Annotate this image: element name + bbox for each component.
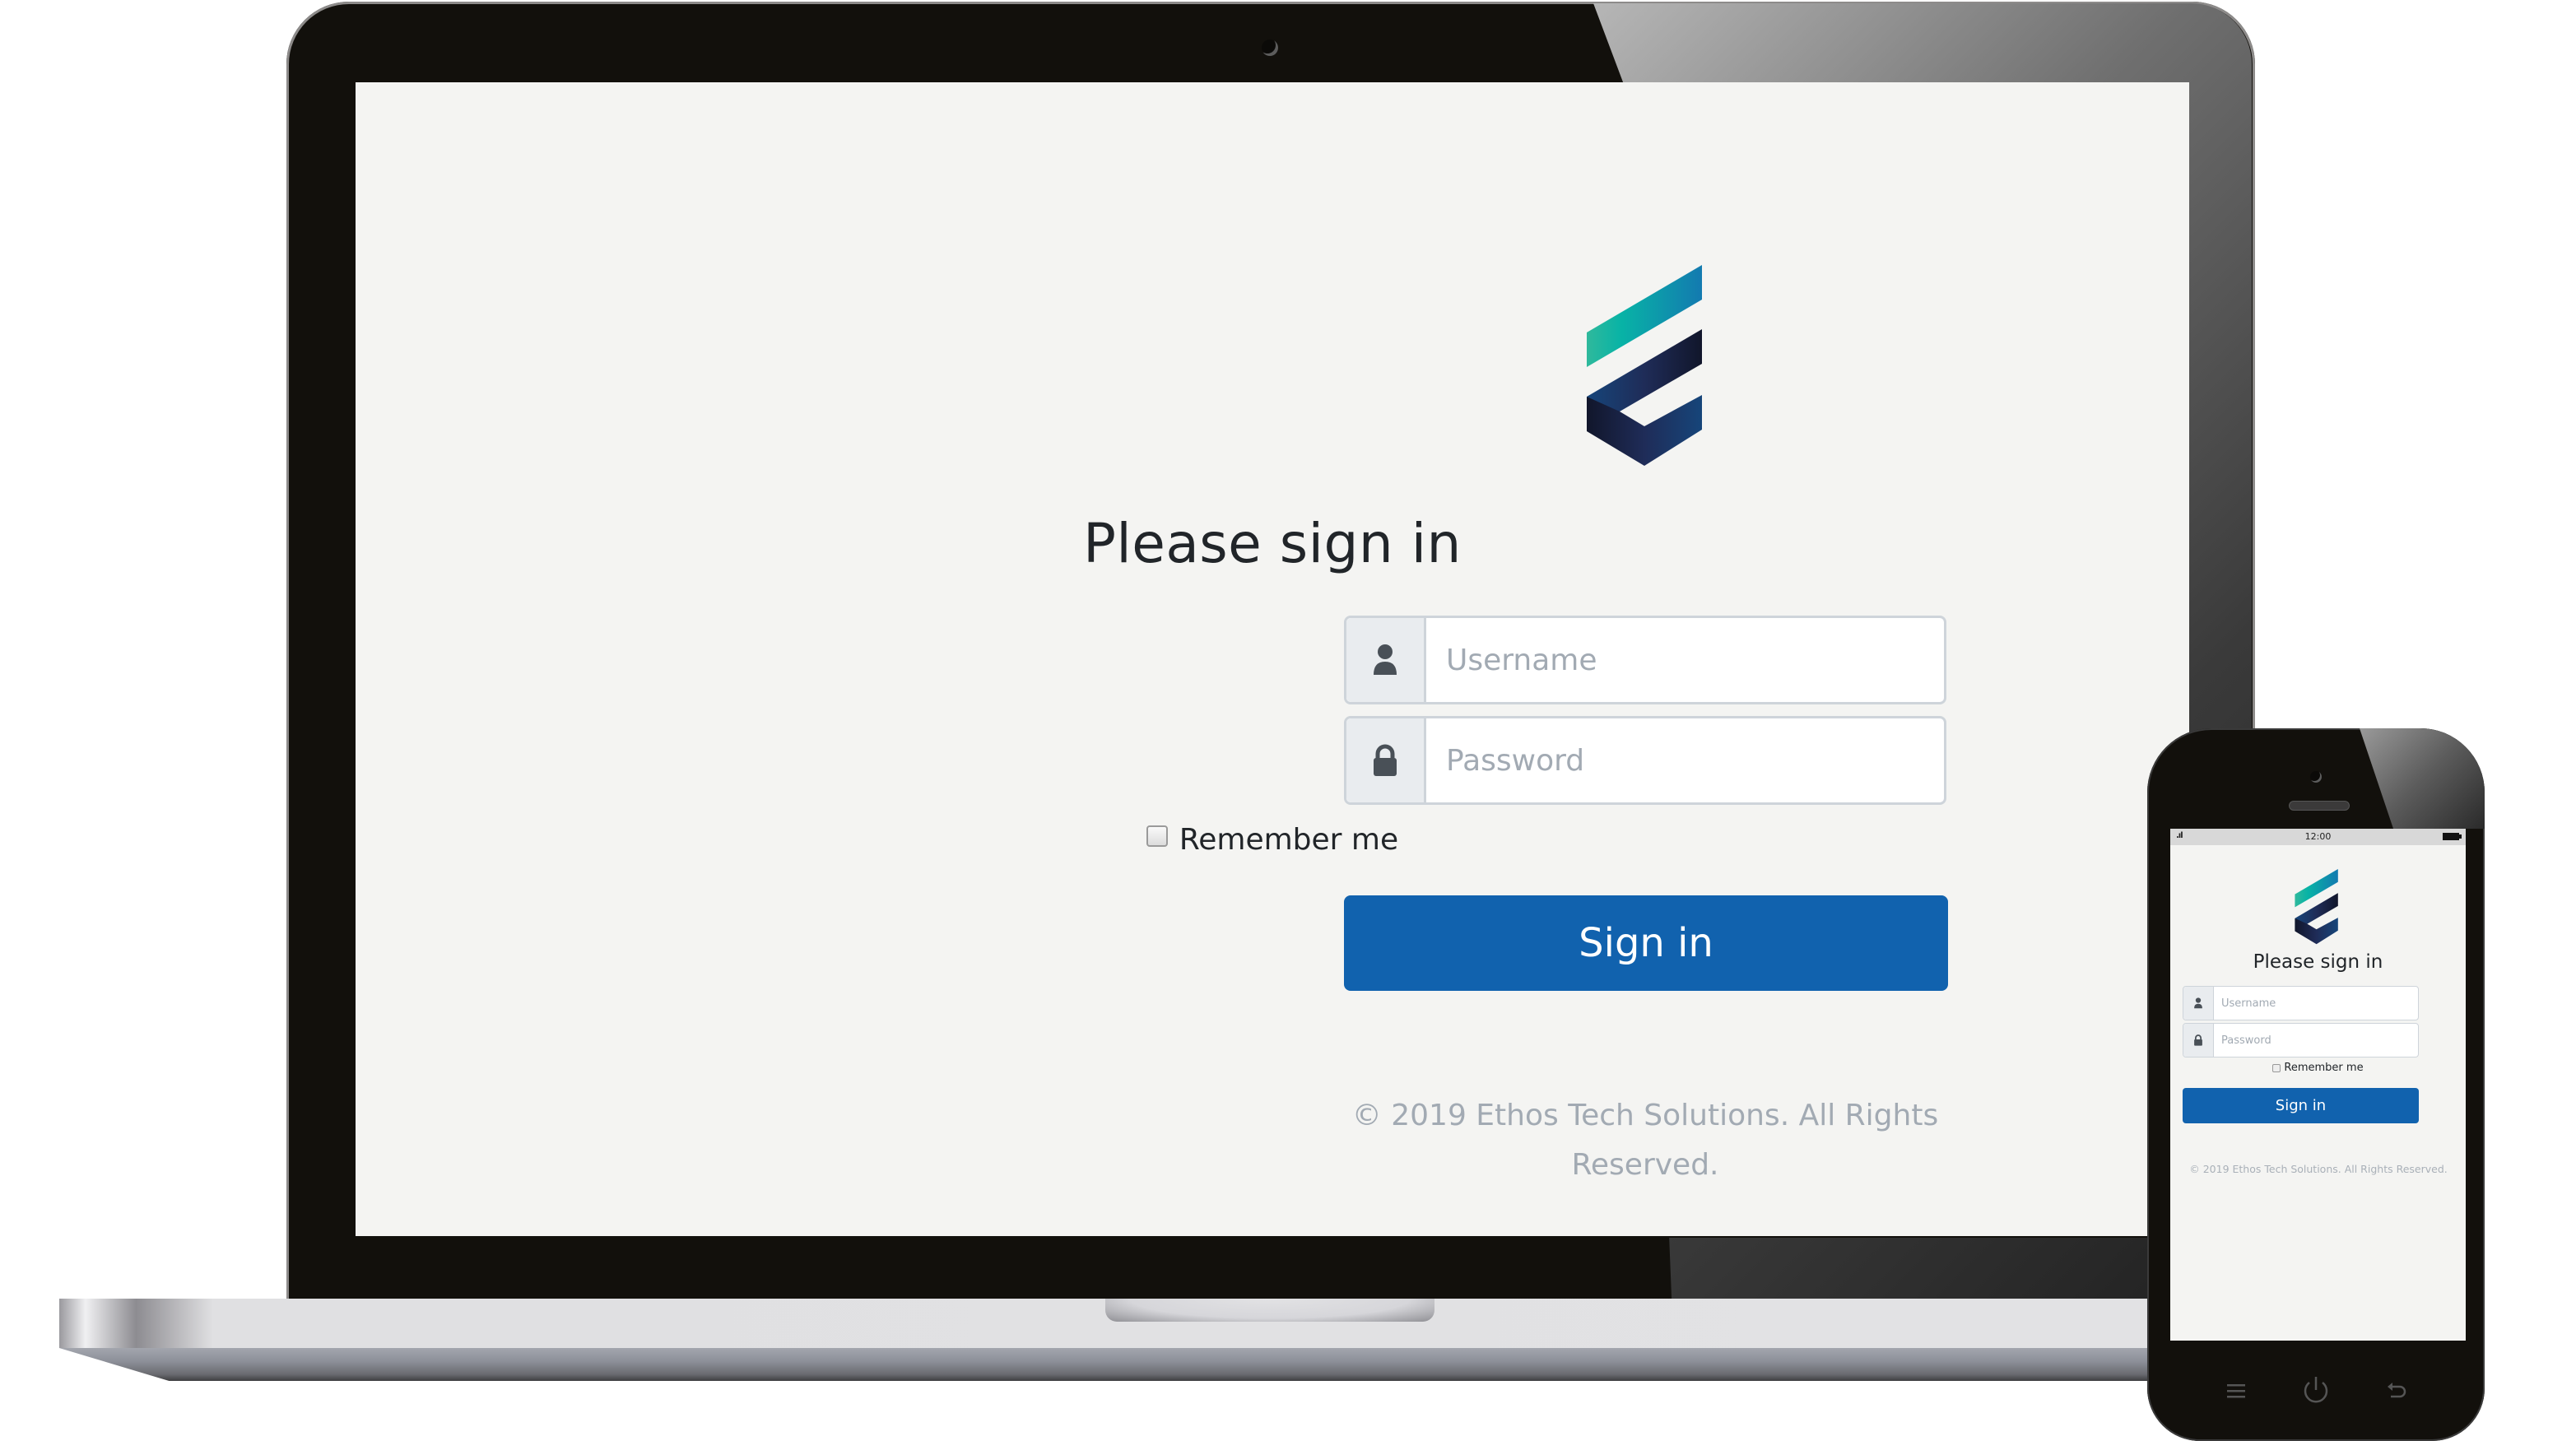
- remember-me-checkbox[interactable]: [1146, 825, 1168, 847]
- remember-me-label[interactable]: Remember me: [1179, 823, 1398, 857]
- user-icon: [1346, 618, 1426, 702]
- laptop-camera-icon: [1262, 40, 1278, 56]
- copyright-footer: © 2019 Ethos Tech Solutions. All Rights …: [1351, 1099, 1939, 1182]
- username-field-group: [1344, 616, 1946, 704]
- remember-me-checkbox[interactable]: [2272, 1063, 2281, 1072]
- remember-me-row: Remember me: [2170, 1062, 2466, 1074]
- phone-camera-icon: [2310, 771, 2322, 783]
- phone-screen: .ıl 12:00 Please sign in Remember me Sig…: [2170, 829, 2466, 1341]
- username-input[interactable]: [2214, 987, 2418, 1020]
- status-time: 12:00: [2304, 831, 2332, 842]
- username-field-group: [2183, 986, 2419, 1020]
- user-icon: [2183, 987, 2214, 1020]
- remember-me-label[interactable]: Remember me: [2284, 1062, 2363, 1074]
- password-field-group: [2183, 1023, 2419, 1058]
- password-field-group: [1344, 716, 1946, 805]
- menu-icon[interactable]: [2220, 1378, 2253, 1403]
- phone-device: .ıl 12:00 Please sign in Remember me Sig…: [2147, 728, 2485, 1441]
- sign-in-button[interactable]: Sign in: [1344, 895, 1948, 991]
- copyright-footer: © 2019 Ethos Tech Solutions. All Rights …: [2189, 1163, 2448, 1175]
- password-input[interactable]: [1426, 718, 1944, 802]
- ethos-logo-icon: [1587, 265, 1702, 466]
- lock-icon: [1346, 718, 1426, 802]
- phone-speaker: [2289, 801, 2350, 811]
- page-title: Please sign in: [2253, 951, 2383, 973]
- username-input[interactable]: [1426, 618, 1944, 702]
- status-bar: .ıl 12:00: [2170, 829, 2466, 845]
- laptop-base-edge: [59, 1348, 2255, 1381]
- laptop-screen: Please sign in Remember me Sign in © 201…: [356, 82, 2189, 1236]
- phone-bezel-glare: [2360, 728, 2485, 829]
- password-input[interactable]: [2214, 1024, 2418, 1057]
- lock-icon: [2183, 1024, 2214, 1057]
- ethos-logo-icon: [2295, 869, 2338, 945]
- page-title: Please sign in: [1083, 512, 1462, 575]
- back-icon[interactable]: [2380, 1378, 2413, 1403]
- power-icon[interactable]: [2299, 1377, 2332, 1403]
- remember-me-row: Remember me: [356, 823, 2189, 857]
- sign-in-button[interactable]: Sign in: [2183, 1088, 2419, 1123]
- battery-icon: [2443, 833, 2462, 840]
- login-page: Please sign in Remember me Sign in © 201…: [356, 82, 2189, 1236]
- laptop-hinge-notch: [1105, 1299, 1434, 1322]
